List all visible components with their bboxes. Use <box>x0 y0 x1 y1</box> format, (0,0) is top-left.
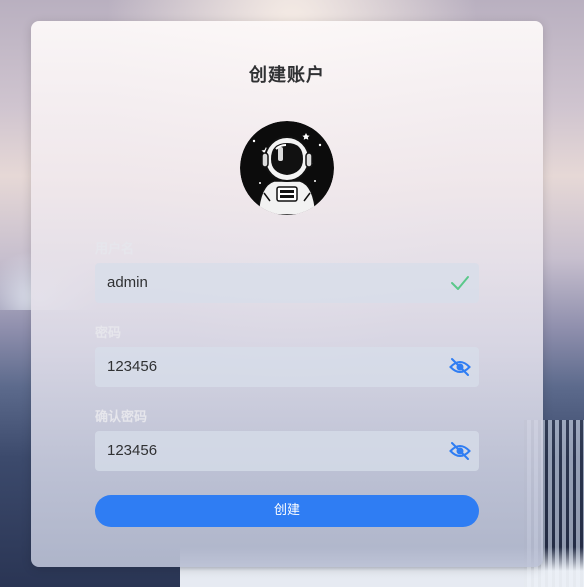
eye-off-icon[interactable] <box>449 357 471 377</box>
confirm-password-label: 确认密码 <box>95 410 148 425</box>
page-title: 创建账户 <box>249 65 325 86</box>
confirm-password-value: 123456 <box>107 442 158 459</box>
password-field[interactable]: 123456 <box>95 347 479 387</box>
confirm-password-field[interactable]: 123456 <box>95 431 479 471</box>
astronaut-avatar-icon <box>240 121 334 215</box>
create-account-card: 创建账户 用户名 admin 密码 123456 确认密码 123456 创建 <box>31 21 543 567</box>
username-field[interactable]: admin <box>95 263 479 303</box>
password-value: 123456 <box>107 358 158 375</box>
check-icon <box>449 273 471 293</box>
create-button[interactable]: 创建 <box>95 495 479 527</box>
username-value: admin <box>107 274 148 291</box>
eye-off-icon[interactable] <box>449 441 471 461</box>
password-label: 密码 <box>95 326 122 341</box>
username-label: 用户名 <box>95 242 135 257</box>
